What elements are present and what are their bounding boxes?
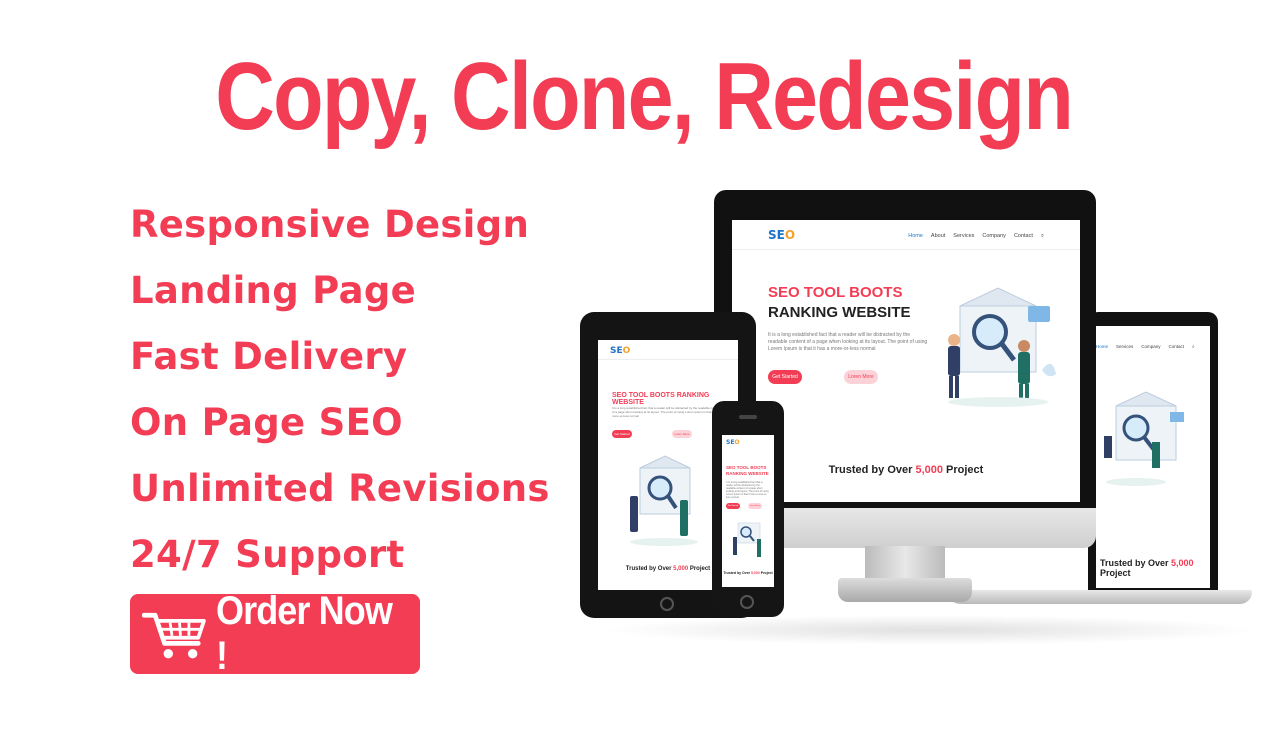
trusted-text: Trusted by Over 5,000 Project: [1100, 558, 1194, 578]
menu-item-home[interactable]: Home: [908, 233, 923, 240]
learn-more-button[interactable]: Loren More: [672, 430, 692, 438]
hero-paragraph: It is a long established fact that a rea…: [768, 332, 928, 352]
feature-item: 24/7 Support: [130, 533, 405, 576]
menu-item-contact[interactable]: Contact: [1014, 233, 1033, 240]
phone-device: SEO SEO TOOL BOOTS RANKING WEBSITE It is…: [712, 401, 784, 617]
hero-title: SEO TOOL BOOTS RANKING WEBSITE: [726, 465, 769, 476]
laptop-deck: [948, 590, 1252, 604]
monitor-screen: SEO Home About Services Company Contact …: [732, 220, 1080, 502]
learn-more-button[interactable]: Loren More: [844, 370, 878, 384]
menu-item-about[interactable]: About: [931, 233, 945, 240]
search-icon[interactable]: ⌕: [1041, 233, 1044, 240]
phone-screen: SEO SEO TOOL BOOTS RANKING WEBSITE It is…: [722, 435, 774, 587]
trusted-text: Trusted by Over 5,000 Project: [828, 464, 984, 476]
feature-item: Responsive Design: [130, 203, 530, 246]
monitor-stand-base: [838, 578, 972, 602]
menu-item-home[interactable]: Home: [1096, 344, 1108, 349]
site-logo[interactable]: SEO: [610, 346, 630, 356]
seo-illustration: [1104, 391, 1184, 486]
monitor-stand-neck: [865, 546, 945, 580]
get-started-button[interactable]: Get Started: [726, 503, 740, 509]
site-logo[interactable]: SEO: [768, 228, 795, 242]
get-started-button[interactable]: Get Started: [612, 430, 632, 438]
seo-illustration: [630, 455, 698, 546]
order-now-label: Order Now !: [215, 589, 393, 678]
menu-item-services[interactable]: Services: [953, 233, 974, 240]
laptop-screen: Home Services Company Contact ⌕ Trusted …: [1096, 326, 1210, 588]
laptop-menu: Home Services Company Contact ⌕: [1096, 344, 1195, 349]
hero-title-line2: RANKING WEBSITE: [768, 304, 911, 321]
seo-illustration: [948, 287, 1056, 407]
seo-illustration: [733, 522, 761, 557]
feature-item: Fast Delivery: [130, 335, 408, 378]
order-now-button[interactable]: Order Now !: [130, 589, 420, 678]
phone-speaker: [739, 415, 757, 419]
device-shadow: [600, 615, 1260, 645]
trusted-text: Trusted by Over 5,000 Project: [723, 571, 773, 575]
phone-home-button[interactable]: [740, 595, 754, 609]
get-started-button[interactable]: Get Started: [768, 370, 802, 384]
hero-paragraph: It is a long established fact that a rea…: [612, 406, 723, 418]
shopping-cart-icon: [142, 612, 206, 659]
site-logo[interactable]: SEO: [726, 439, 740, 446]
headline: Copy, Clone, Redesign: [215, 43, 1074, 150]
menu-item-services[interactable]: Services: [1116, 344, 1133, 349]
menu-item-company[interactable]: Company: [1141, 344, 1160, 349]
learn-more-button[interactable]: Loren More: [748, 503, 762, 509]
hero-paragraph: It is a long established fact that a rea…: [726, 481, 769, 499]
feature-item: On Page SEO: [130, 401, 403, 444]
hero-title-line1: SEO TOOL BOOTS: [768, 284, 903, 301]
menu-item-contact[interactable]: Contact: [1169, 344, 1185, 349]
tablet-home-button[interactable]: [660, 597, 674, 611]
site-menu: Home About Services Company Contact ⌕: [908, 233, 1044, 240]
feature-list: Responsive Design Landing Page Fast Deli…: [130, 192, 550, 588]
feature-item: Landing Page: [130, 269, 417, 312]
search-icon[interactable]: ⌕: [1192, 344, 1195, 349]
menu-item-company[interactable]: Company: [982, 233, 1006, 240]
feature-item: Unlimited Revisions: [130, 467, 550, 510]
